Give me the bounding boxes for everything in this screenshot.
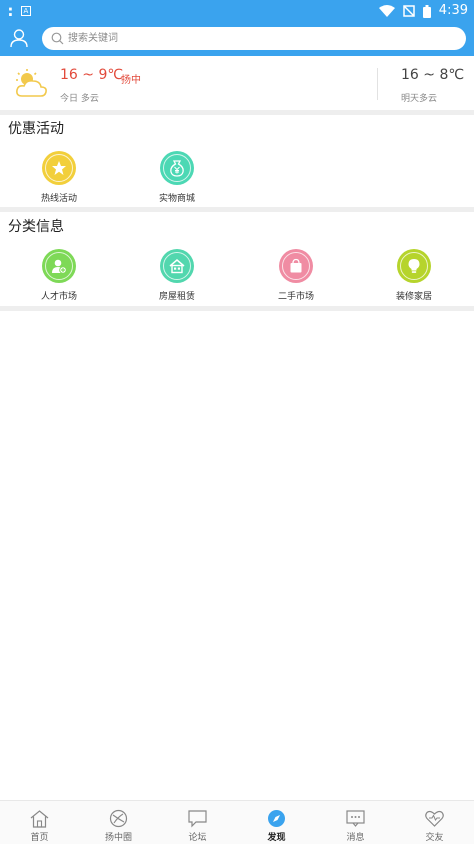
goods-mall-tile[interactable]: 实物商城 [118,151,236,211]
person-add-icon [52,259,67,274]
house-rental-circle [160,249,194,283]
tab-friends[interactable]: 交友 [395,801,474,844]
city-label: 扬中 [121,75,141,86]
home-decoration-label: 装修家居 [395,292,432,302]
tab-messages[interactable]: 消息 [316,801,395,844]
wifi-icon [378,5,395,17]
partly-cloudy-icon [16,69,47,97]
house-rental-tile[interactable]: 房屋租赁 [118,249,236,309]
search-bar[interactable] [42,27,466,50]
battery-icon [422,4,431,18]
weather-panel[interactable]: 16 ~ 9℃ 扬中 今日 多云 16 ~ 8℃ 明天多云 [0,56,474,110]
tab-messages-label: 消息 [346,833,365,843]
hotline-activity-label: 热线活动 [40,194,77,204]
promotions-title: 优惠活动 [8,121,64,137]
app-header [0,22,474,56]
second-hand-market-label: 二手市场 [277,292,314,302]
categories-title: 分类信息 [8,219,64,235]
heart-icon [425,810,444,827]
today-temperature: 16 ~ 9℃ [60,67,124,83]
divider [377,68,378,100]
yuan-bag-icon [170,159,184,177]
section-divider [0,207,474,212]
circle-compass-icon [109,809,128,828]
no-signal-icon [403,5,415,17]
chat-bubble-icon [188,810,207,828]
bottom-tab-bar: 首页 扬中圈 论坛 发现 消息 交友 [0,800,474,844]
tab-yangzhong-circle[interactable]: 扬中圈 [79,801,158,844]
talent-market-tile[interactable]: 人才市场 [0,249,118,309]
tab-home[interactable]: 首页 [0,801,79,844]
discover-icon [268,810,285,827]
tab-discover[interactable]: 发现 [237,801,316,844]
hotline-activity-circle [42,151,76,185]
tab-yangzhong-circle-label: 扬中圈 [104,833,132,843]
talent-market-circle [42,249,76,283]
house-rental-label: 房屋租赁 [158,292,195,302]
house-icon [169,259,185,274]
talent-market-label: 人才市场 [40,292,77,302]
shopping-bag-icon [290,258,302,273]
star-icon [52,161,66,175]
home-decoration-tile[interactable]: 装修家居 [355,249,473,309]
status-bar: ꓽ A 4:39 [0,0,474,22]
section-divider [0,110,474,115]
goods-mall-label: 实物商城 [158,194,195,204]
app-notification-icon: ꓽ [8,2,13,20]
second-hand-market-circle [279,249,313,283]
search-icon [51,32,64,45]
tab-home-label: 首页 [30,833,49,843]
goods-mall-circle [160,151,194,185]
lightbulb-icon [408,259,420,273]
user-icon[interactable] [9,28,29,48]
status-time: 4:39 [438,3,468,18]
tomorrow-weather-desc: 明天多云 [401,94,438,104]
home-icon [30,810,49,828]
search-input[interactable] [68,30,448,47]
hotline-activity-tile[interactable]: 热线活动 [0,151,118,211]
tab-forum[interactable]: 论坛 [158,801,237,844]
home-decoration-circle [397,249,431,283]
section-divider [0,306,474,311]
second-hand-market-tile[interactable]: 二手市场 [237,249,355,309]
tab-discover-label: 发现 [267,833,286,843]
today-weather-desc: 今日 多云 [60,94,99,104]
tomorrow-temperature: 16 ~ 8℃ [401,67,465,83]
message-icon [346,810,365,827]
keyboard-notification-icon: A [20,6,31,16]
tab-forum-label: 论坛 [188,833,207,843]
tab-friends-label: 交友 [425,833,444,843]
